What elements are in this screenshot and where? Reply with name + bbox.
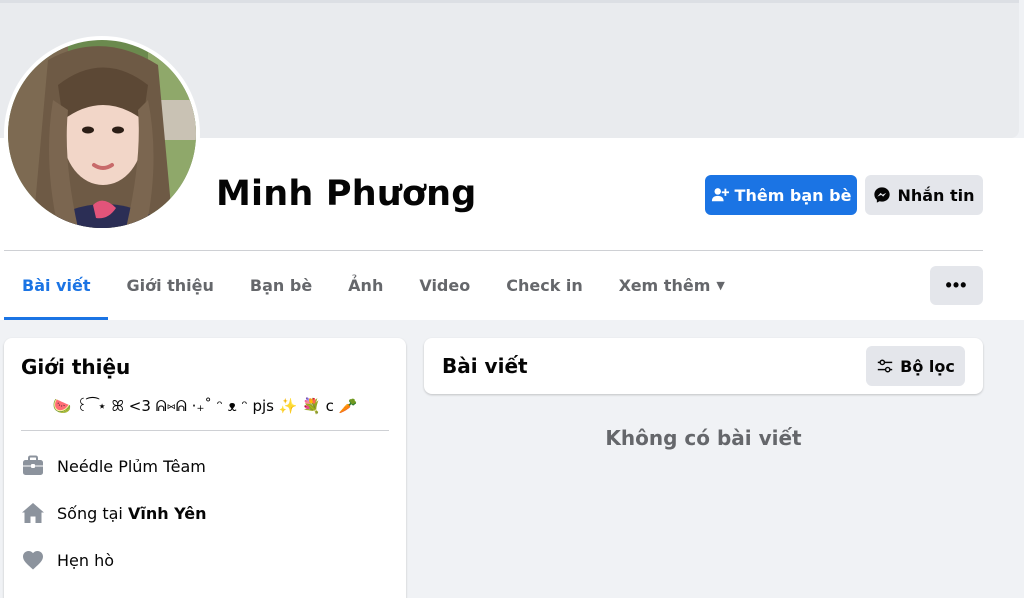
caret-down-icon: ▼ [716,279,725,292]
tab-friends[interactable]: Bạn bè [232,252,330,319]
avatar-image [8,40,196,228]
more-options-button[interactable]: ••• [930,266,983,305]
lives-in-row: Sống tại Vĩnh Yên [21,501,207,525]
intro-divider [21,430,389,431]
tab-posts[interactable]: Bài viết [4,252,109,320]
tab-see-more[interactable]: Xem thêm ▼ [601,252,743,319]
briefcase-icon [23,455,43,475]
tab-check-ins[interactable]: Check in [488,252,601,319]
tab-photos[interactable]: Ảnh [330,252,401,319]
intro-card: Giới thiệu 🍉 ꒰ ͡ ⋆ ꕤ <3 ᕱ⑅ᕱ ‧₊˚ ᵔ ᴥ ᵔ pj… [4,338,406,598]
avatar-photo [8,40,196,228]
no-posts-message: Không có bài viết [605,426,802,450]
home-icon [22,503,44,523]
profile-avatar[interactable] [4,36,200,232]
tab-see-more-label: Xem thêm [618,276,711,295]
message-label: Nhắn tin [897,185,975,205]
tab-about[interactable]: Giới thiệu [108,252,231,319]
posts-title: Bài viết [442,354,528,378]
filter-button[interactable]: Bộ lọc [866,346,965,386]
message-button[interactable]: Nhắn tin [865,175,983,215]
relationship-text: Hẹn hò [57,550,115,570]
person-plus-icon [711,188,729,202]
header-divider [4,250,983,251]
posts-header-card: Bài viết Bộ lọc [424,338,983,394]
profile-name: Minh Phương [216,174,477,214]
profile-tabs: Bài viết Giới thiệu Bạn bè Ảnh Video Che… [4,252,743,320]
relationship-row: Hẹn hò [21,548,114,572]
filter-label: Bộ lọc [900,356,955,376]
lives-in-city[interactable]: Vĩnh Yên [128,504,207,523]
lives-in-text: Sống tại Vĩnh Yên [57,504,207,523]
work-row: Neédle Plủm Têam [21,454,206,478]
heart-icon [23,551,43,570]
sliders-icon [877,359,893,373]
add-friend-button[interactable]: Thêm bạn bè [705,175,857,215]
messenger-icon [874,187,891,203]
lives-in-prefix: Sống tại [57,503,123,523]
intro-title: Giới thiệu [21,355,131,379]
tab-videos[interactable]: Video [401,252,488,319]
add-friend-label: Thêm bạn bè [734,185,852,205]
bio-text: 🍉 ꒰ ͡ ⋆ ꕤ <3 ᕱ⑅ᕱ ‧₊˚ ᵔ ᴥ ᵔ pjs ✨ 💐 c 🥕 [52,397,358,415]
work-text[interactable]: Neédle Plủm Têam [57,457,206,476]
